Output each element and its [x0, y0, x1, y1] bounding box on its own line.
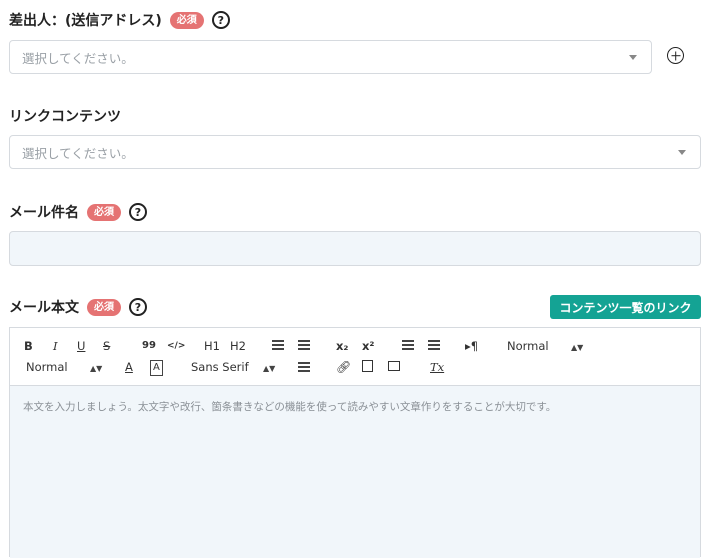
rich-text-editor: B I U S 99 </> H1 H2 x₂ x² ▸¶ Normal ▲▼ …	[9, 327, 701, 558]
required-badge: 必須	[169, 11, 204, 29]
link-contents-label-row: リンクコンテンツ	[9, 106, 121, 126]
video-icon[interactable]	[362, 360, 373, 372]
underline-button[interactable]: U	[77, 339, 85, 353]
ordered-list-icon[interactable]	[272, 340, 284, 352]
header-select[interactable]: Normal	[26, 360, 68, 374]
sender-label: 差出人：(送信アドレス)	[9, 13, 162, 29]
chevron-down-icon	[629, 55, 637, 60]
add-sender-plus-icon[interactable]	[667, 47, 684, 64]
font-select-arrows-icon: ▲▼	[263, 364, 276, 373]
editor-content-area[interactable]: 本文を入力しましょう。太文字や改行、箇条書きなどの機能を使って読みやすい文章作り…	[10, 386, 700, 558]
help-icon[interactable]: ?	[211, 11, 230, 29]
sender-select[interactable]: 選択してください。	[9, 40, 652, 74]
body-label: メール本文	[9, 300, 79, 316]
image-icon[interactable]	[388, 361, 400, 371]
code-button[interactable]: </>	[167, 339, 185, 353]
align-icon[interactable]	[298, 362, 310, 374]
help-icon[interactable]: ?	[129, 203, 147, 221]
link-icon[interactable]: 🔗︎	[336, 360, 351, 374]
bold-button[interactable]: B	[24, 339, 33, 353]
content-list-link-button[interactable]: コンテンツ一覧のリンク	[550, 295, 701, 319]
subscript-button[interactable]: x₂	[336, 339, 348, 353]
chevron-down-icon	[678, 150, 686, 155]
link-contents-label: リンクコンテンツ	[9, 109, 121, 125]
sender-label-row: 差出人：(送信アドレス) 必須 ?	[9, 10, 230, 30]
background-color-button[interactable]: A	[150, 360, 163, 376]
outdent-icon[interactable]	[402, 340, 414, 352]
h1-button[interactable]: H1	[204, 339, 220, 353]
editor-toolbar: B I U S 99 </> H1 H2 x₂ x² ▸¶ Normal ▲▼ …	[10, 328, 700, 386]
indent-icon[interactable]	[428, 340, 440, 352]
subject-label: メール件名	[9, 205, 79, 221]
required-badge: 必須	[87, 203, 121, 221]
italic-button[interactable]: I	[53, 339, 58, 353]
body-label-row: メール本文 必須 ?	[9, 297, 147, 317]
link-contents-placeholder: 選択してください。	[22, 145, 134, 161]
superscript-button[interactable]: x²	[362, 339, 374, 353]
clean-format-button[interactable]: Tx	[430, 360, 444, 374]
help-icon[interactable]: ?	[129, 298, 147, 316]
size-select[interactable]: Normal	[507, 339, 549, 353]
h2-button[interactable]: H2	[230, 339, 246, 353]
editor-placeholder: 本文を入力しましょう。太文字や改行、箇条書きなどの機能を使って読みやすい文章作り…	[23, 401, 557, 413]
header-select-arrows-icon: ▲▼	[90, 364, 103, 373]
strike-button[interactable]: S	[103, 339, 110, 353]
subject-input[interactable]	[9, 231, 701, 266]
sender-select-placeholder: 選択してください。	[22, 50, 134, 66]
font-select[interactable]: Sans Serif	[191, 360, 249, 374]
font-color-button[interactable]: A	[125, 360, 133, 374]
blockquote-button[interactable]: 99	[142, 339, 156, 353]
size-select-arrows-icon: ▲▼	[571, 343, 584, 352]
bullet-list-icon[interactable]	[298, 340, 310, 352]
required-badge: 必須	[87, 298, 121, 316]
link-contents-select[interactable]: 選択してください。	[9, 135, 701, 169]
direction-button[interactable]: ▸¶	[465, 339, 478, 353]
subject-label-row: メール件名 必須 ?	[9, 202, 147, 222]
